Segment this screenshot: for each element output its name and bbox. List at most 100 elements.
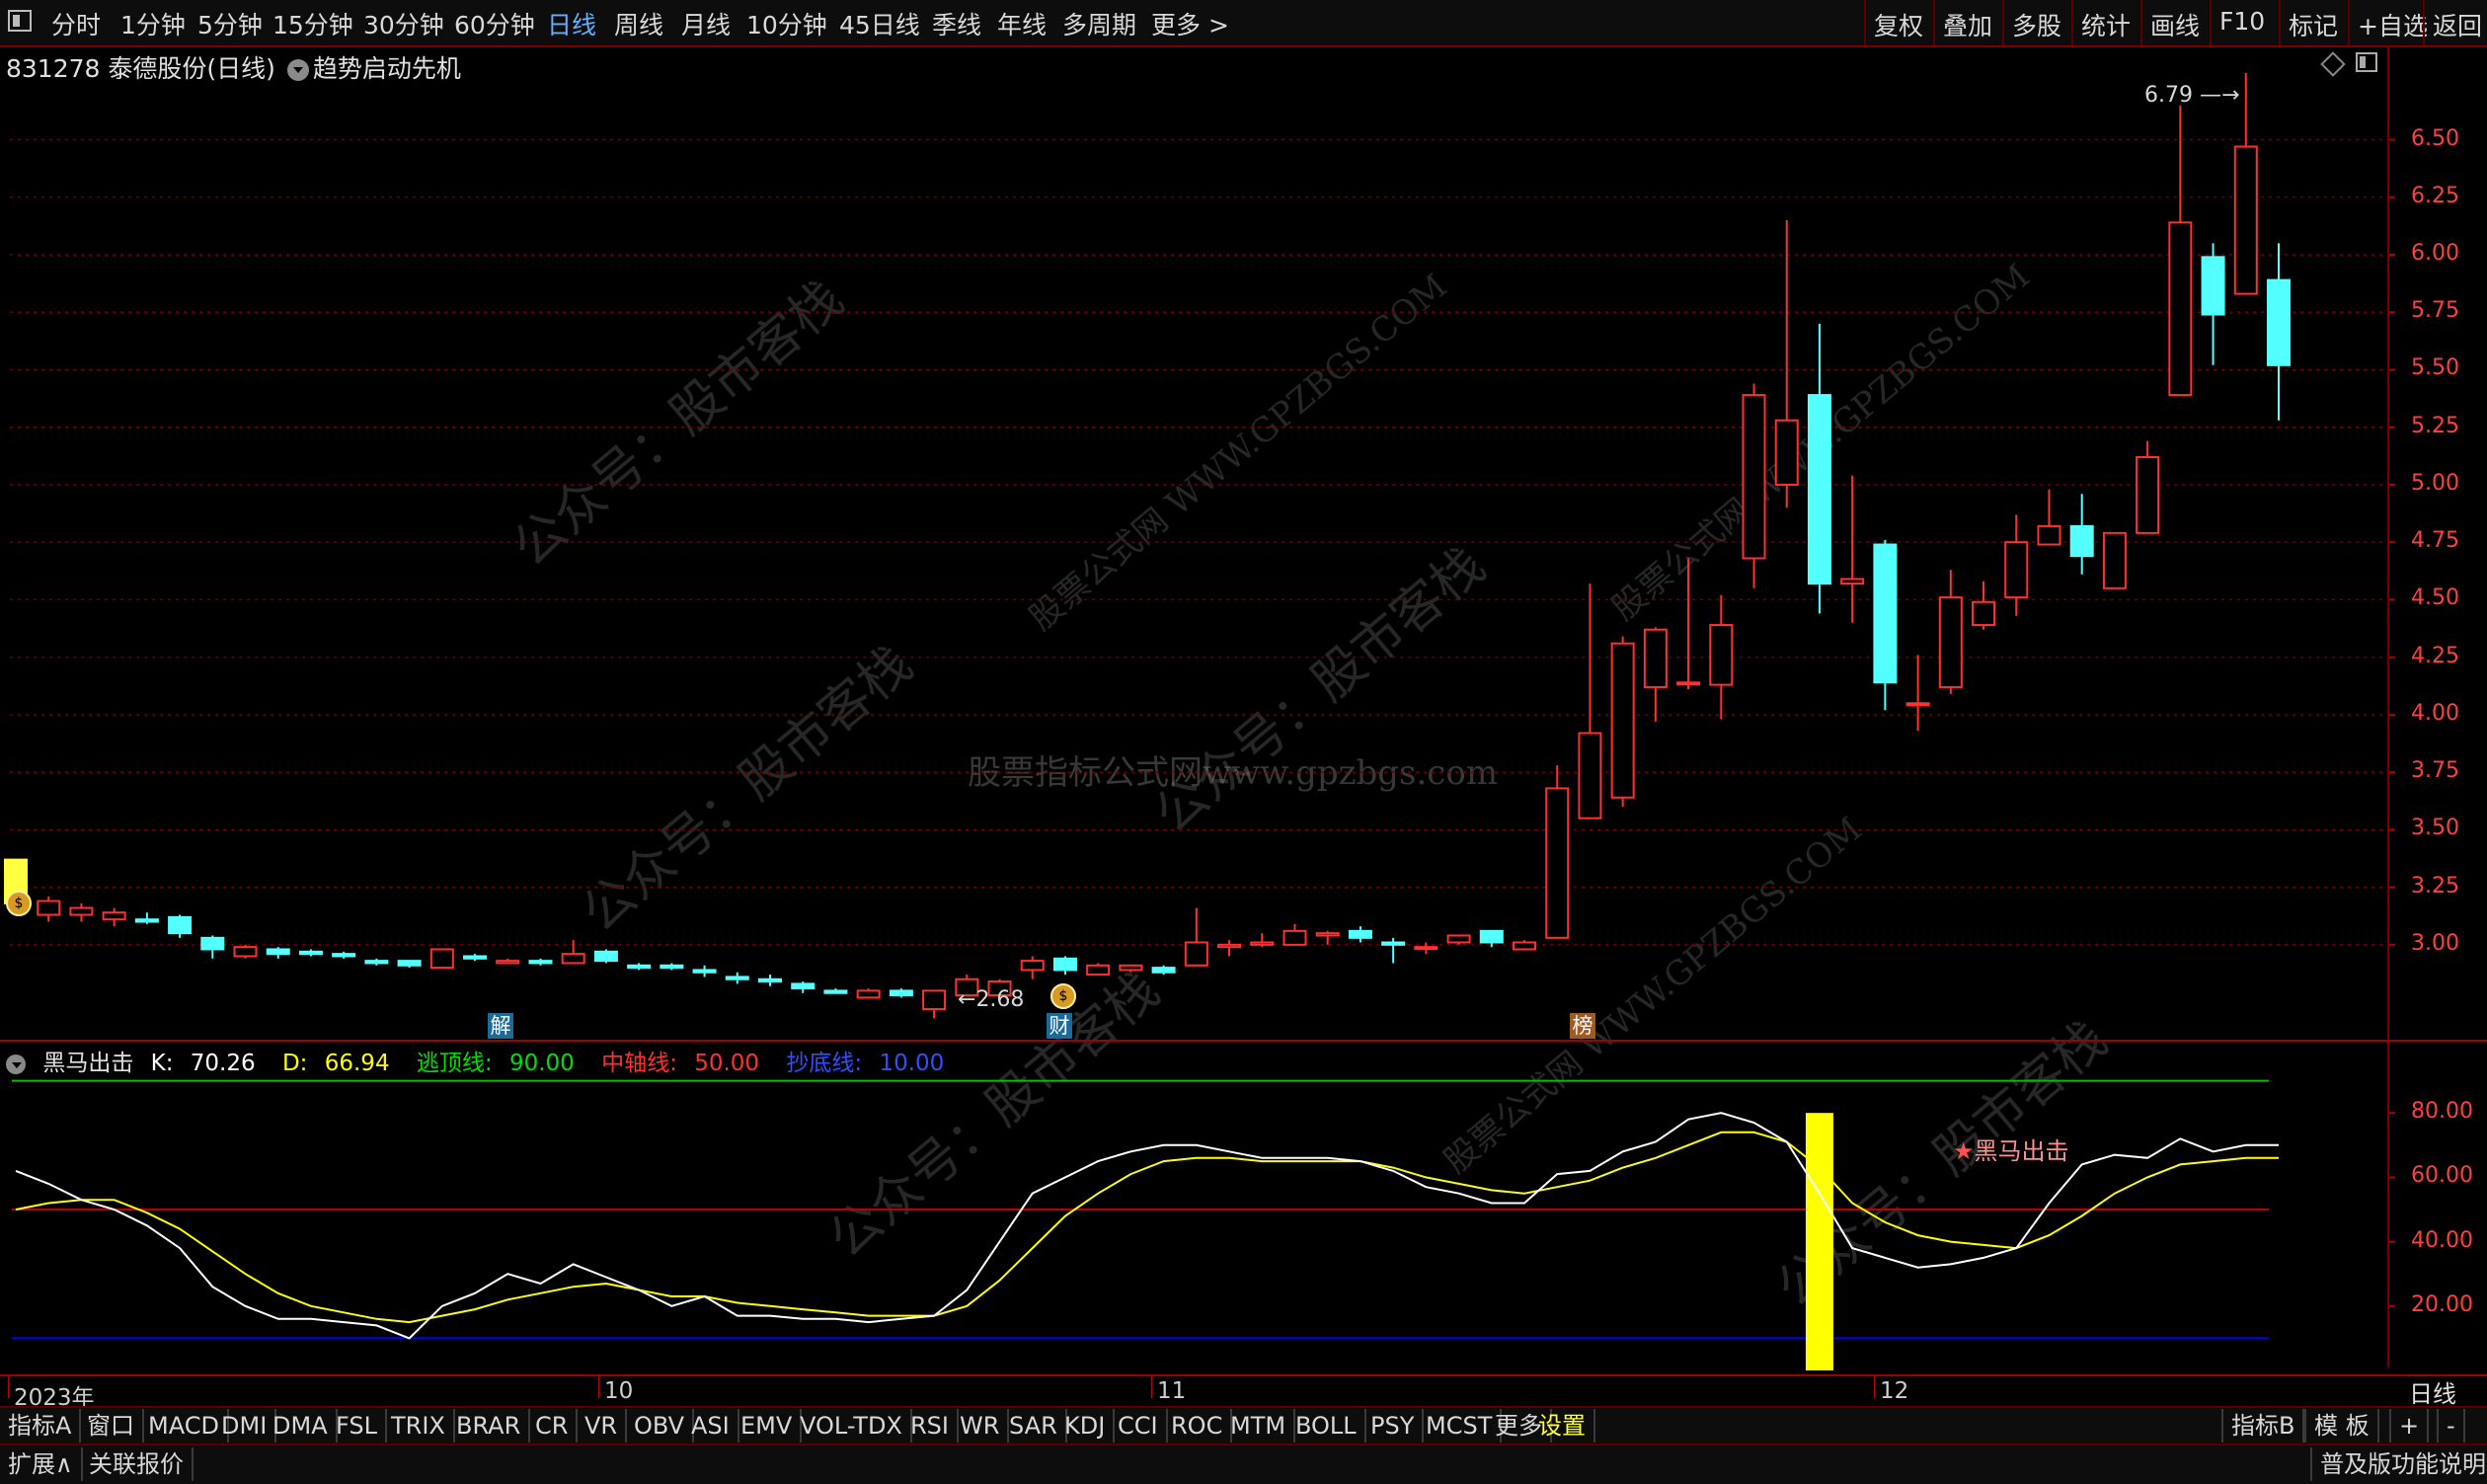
candle-body[interactable] bbox=[2233, 145, 2258, 295]
indicator-tab-22[interactable]: PSY bbox=[1362, 1409, 1425, 1443]
indicator-tab-20[interactable]: MTM bbox=[1222, 1409, 1296, 1443]
candle-body[interactable] bbox=[1315, 932, 1340, 937]
candle-body[interactable] bbox=[1709, 624, 1734, 686]
indicator-tab-6[interactable]: TRIX bbox=[383, 1409, 455, 1443]
candle-body[interactable] bbox=[364, 960, 389, 965]
candle-body[interactable] bbox=[1578, 732, 1602, 820]
candle-body[interactable] bbox=[266, 948, 290, 956]
candle-body[interactable] bbox=[1086, 964, 1111, 976]
marker-jie[interactable]: 解 bbox=[488, 1013, 513, 1039]
indicator-name[interactable]: 黑马出击 bbox=[42, 1051, 133, 1076]
candle-body[interactable] bbox=[168, 915, 193, 935]
candle-body[interactable] bbox=[1742, 394, 1766, 560]
candle-body[interactable] bbox=[1610, 642, 1635, 799]
related-quotes-button[interactable]: 关联报价 bbox=[81, 1447, 194, 1481]
indicator-tab-1[interactable]: 窗口 bbox=[79, 1409, 144, 1443]
candle-body[interactable] bbox=[2168, 221, 2193, 397]
candle-body[interactable] bbox=[102, 911, 126, 921]
candle-body[interactable] bbox=[725, 976, 749, 980]
money-bag-icon[interactable]: $ bbox=[6, 891, 32, 916]
signal-bar[interactable] bbox=[1805, 1113, 1833, 1370]
candle-body[interactable] bbox=[298, 950, 323, 956]
candle-body[interactable] bbox=[791, 982, 816, 990]
candle-body[interactable] bbox=[2069, 524, 2094, 558]
candle-body[interactable] bbox=[692, 969, 717, 974]
indicator-tab-right-3[interactable]: - bbox=[2437, 1409, 2465, 1443]
candle-body[interactable] bbox=[660, 964, 684, 970]
candle-body[interactable] bbox=[561, 953, 585, 965]
candle-body[interactable] bbox=[856, 989, 881, 999]
indicator-tab-14[interactable]: RSI bbox=[902, 1409, 959, 1443]
indicator-tab-right-2[interactable]: + bbox=[2389, 1409, 2430, 1443]
candle-body[interactable] bbox=[37, 899, 61, 916]
candle-body[interactable] bbox=[134, 918, 159, 923]
indicator-tab-21[interactable]: BOLL bbox=[1287, 1409, 1366, 1443]
candle-body[interactable] bbox=[1217, 943, 1242, 949]
candle-body[interactable] bbox=[1840, 578, 1865, 586]
indicator-tab-13[interactable]: VOL-TDX bbox=[792, 1409, 912, 1443]
candle-body[interactable] bbox=[1052, 957, 1077, 972]
candle-body[interactable] bbox=[1020, 960, 1045, 972]
marker-cai[interactable]: 财 bbox=[1047, 1013, 1072, 1039]
candle-body[interactable] bbox=[889, 989, 913, 997]
candle-body[interactable] bbox=[397, 960, 422, 967]
candle-body[interactable] bbox=[2102, 531, 2127, 589]
candle-body[interactable] bbox=[1151, 967, 1176, 974]
indicator-tab-0[interactable]: 指标A bbox=[0, 1409, 82, 1443]
indicator-tab-11[interactable]: ASI bbox=[683, 1409, 739, 1443]
candle-body[interactable] bbox=[1479, 929, 1504, 944]
indicator-tab-9[interactable]: VR bbox=[577, 1409, 628, 1443]
candle-body[interactable] bbox=[758, 977, 782, 983]
candle-body[interactable] bbox=[2267, 278, 2291, 366]
indicator-tab-4[interactable]: DMA bbox=[265, 1409, 338, 1443]
candle-body[interactable] bbox=[2004, 541, 2029, 599]
version-info-button[interactable]: 普及版功能说明 bbox=[2310, 1447, 2487, 1481]
indicator-tab-right-0[interactable]: 指标B bbox=[2221, 1409, 2305, 1443]
candle-body[interactable] bbox=[528, 960, 553, 965]
panel-divider[interactable] bbox=[0, 1040, 2487, 1042]
candle-body[interactable] bbox=[463, 955, 488, 960]
candle-body[interactable] bbox=[1250, 941, 1275, 946]
candle-body[interactable] bbox=[1414, 946, 1438, 951]
indicator-dropdown-icon[interactable] bbox=[6, 1054, 26, 1074]
candle-body[interactable] bbox=[496, 960, 520, 965]
candle-body[interactable] bbox=[1119, 964, 1143, 972]
candle-body[interactable] bbox=[1381, 941, 1406, 946]
indicator-tab-7[interactable]: BRAR bbox=[448, 1409, 531, 1443]
candle-body[interactable] bbox=[1676, 681, 1701, 686]
candle-body[interactable] bbox=[332, 953, 356, 958]
candle-body[interactable] bbox=[2201, 256, 2225, 316]
indicator-tab-8[interactable]: CR bbox=[527, 1409, 579, 1443]
candle-body[interactable] bbox=[69, 906, 94, 916]
candle-body[interactable] bbox=[1545, 787, 1570, 939]
candle-body[interactable] bbox=[1348, 929, 1372, 939]
candle-body[interactable] bbox=[429, 948, 454, 970]
candle-body[interactable] bbox=[233, 946, 258, 958]
indicator-tab-5[interactable]: FSL bbox=[328, 1409, 387, 1443]
candle-body[interactable] bbox=[2136, 455, 2160, 534]
candle-body[interactable] bbox=[1282, 929, 1307, 946]
expand-button[interactable]: 扩展∧ bbox=[0, 1447, 83, 1481]
candle-body[interactable] bbox=[627, 964, 652, 970]
period-indicator[interactable]: 日线 bbox=[2409, 1374, 2456, 1409]
candle-body[interactable] bbox=[1513, 941, 1536, 951]
indicator-tab-17[interactable]: KDJ bbox=[1056, 1409, 1116, 1443]
indicator-tab-18[interactable]: CCI bbox=[1110, 1409, 1168, 1443]
candle-body[interactable] bbox=[1807, 394, 1831, 586]
indicator-tab-right-1[interactable]: 模 板 bbox=[2304, 1409, 2379, 1443]
candle-body[interactable] bbox=[593, 950, 618, 963]
candle-body[interactable] bbox=[2037, 524, 2061, 546]
candle-body[interactable] bbox=[823, 989, 848, 994]
candle-body[interactable] bbox=[1905, 702, 1930, 707]
candle-body[interactable] bbox=[1446, 934, 1471, 944]
candle-body[interactable] bbox=[1972, 600, 1996, 627]
candle-body[interactable] bbox=[922, 989, 947, 1011]
candle-body[interactable] bbox=[1184, 941, 1208, 967]
money-bag-icon[interactable]: $ bbox=[1050, 983, 1076, 1009]
candle-body[interactable] bbox=[200, 936, 225, 951]
indicator-tab-25[interactable]: 设置 bbox=[1530, 1409, 1595, 1443]
kline-chart[interactable] bbox=[0, 0, 2487, 1482]
candle-body[interactable] bbox=[1774, 419, 1799, 486]
candle-body[interactable] bbox=[1938, 596, 1963, 688]
marker-bang[interactable]: 榜 bbox=[1570, 1013, 1595, 1039]
